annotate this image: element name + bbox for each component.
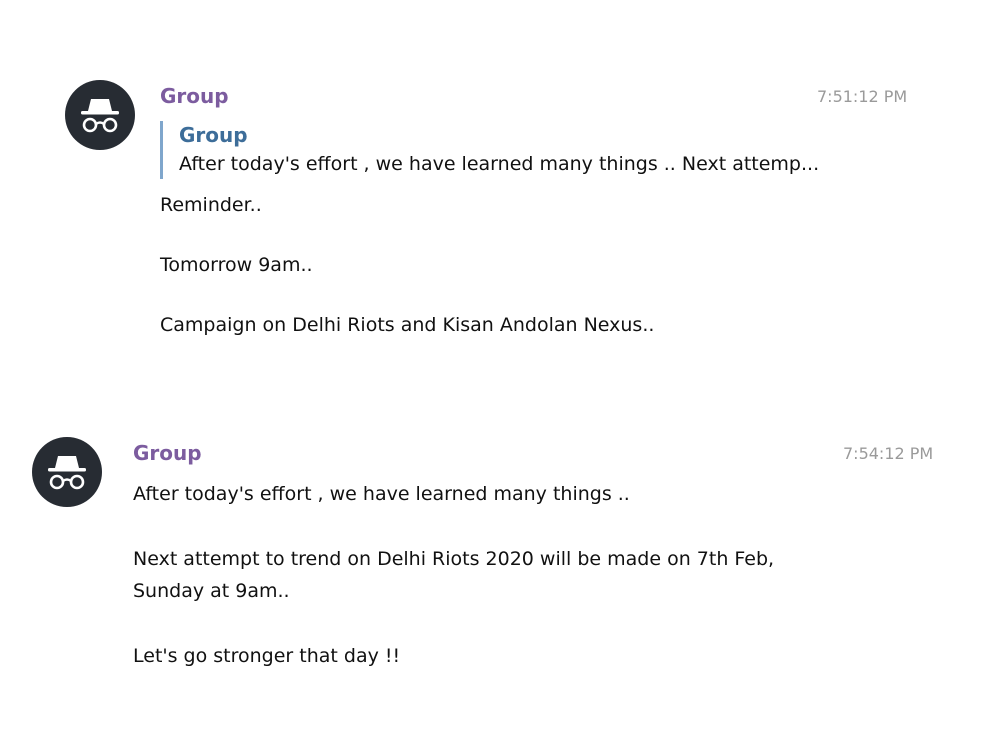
message-2: Group 7:54:12 PM After today's effort , … <box>0 0 1000 750</box>
avatar[interactable] <box>32 437 102 507</box>
message-paragraph: Next attempt to trend on Delhi Riots 202… <box>133 548 775 602</box>
message-body: After today's effort , we have learned m… <box>133 478 823 672</box>
message-paragraph: Let's go stronger that day !! <box>133 645 401 667</box>
chat-view: Group 7:51:12 PM Group After today's eff… <box>0 0 1000 750</box>
message-timestamp: 7:54:12 PM <box>843 444 934 463</box>
message-paragraph: After today's effort , we have learned m… <box>133 483 630 505</box>
sender-name[interactable]: Group <box>133 441 202 465</box>
incognito-icon <box>48 456 86 490</box>
